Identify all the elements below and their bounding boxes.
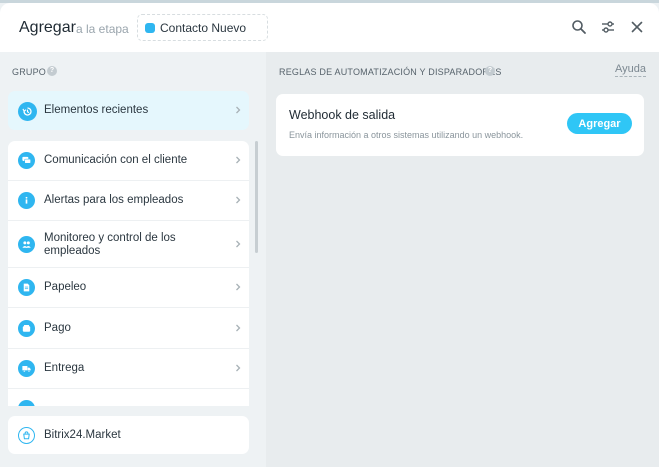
help-link[interactable]: Ayuda [615, 63, 646, 77]
group-item-label: Alertas para los empleados [44, 194, 184, 206]
chat-icon [18, 152, 35, 169]
group-item-partial[interactable] [8, 389, 249, 406]
chevron-right-icon [234, 283, 242, 291]
market-row[interactable]: Bitrix24.Market [8, 416, 249, 454]
users-icon [18, 236, 35, 253]
group-item-label: Entrega [44, 362, 85, 374]
chevron-right-icon [234, 156, 242, 164]
group-item-employee-alerts[interactable]: Alertas para los empleados [8, 181, 249, 221]
group-list-scrollbar[interactable] [255, 141, 258, 253]
close-icon[interactable] [629, 19, 645, 35]
market-label: Bitrix24.Market [44, 429, 121, 441]
add-webhook-button[interactable]: Agregar [567, 113, 632, 134]
webhook-card: Webhook de salida Envía información a ot… [276, 94, 644, 156]
group-item-label: Pago [44, 322, 71, 334]
settings-sliders-icon[interactable] [600, 19, 616, 35]
stage-color-dot [145, 22, 155, 33]
rules-section-title: REGLAS DE AUTOMATIZACIÓN Y DISPARADORES [279, 67, 502, 77]
stage-value: Contacto Nuevo [160, 20, 247, 35]
chevron-right-icon [234, 106, 242, 114]
help-icon[interactable]: ? [485, 66, 495, 76]
history-icon [18, 102, 37, 121]
group-item-label: Monitoreo y control de los empleados [44, 232, 176, 257]
truck-icon [18, 360, 35, 377]
help-icon[interactable]: ? [47, 66, 57, 76]
recent-items-row[interactable]: Elementos recientes [8, 91, 249, 130]
webhook-description: Envía información a otros sistemas utili… [289, 130, 524, 140]
chevron-right-icon [234, 240, 242, 248]
info-icon [18, 192, 35, 209]
chevron-right-icon [234, 196, 242, 204]
group-item-delivery[interactable]: Entrega [8, 349, 249, 389]
document-icon [18, 279, 35, 296]
chevron-right-icon [234, 324, 242, 332]
stage-selector[interactable]: Contacto Nuevo [137, 14, 268, 41]
webhook-title: Webhook de salida [289, 108, 396, 122]
group-list: Comunicación con el cliente Alertas para… [8, 141, 249, 406]
header-bar: Agregar a la etapa Contacto Nuevo [0, 3, 659, 52]
group-item-employee-monitoring[interactable]: Monitoreo y control de los empleados [8, 221, 249, 268]
wallet-icon [18, 320, 35, 337]
recent-items-label: Elementos recientes [44, 104, 149, 116]
group-section-title: GRUPO [12, 67, 47, 77]
chevron-right-icon [234, 364, 242, 372]
group-item-label: Papeleo [44, 281, 87, 293]
group-item-payment[interactable]: Pago [8, 308, 249, 349]
stage-prefix-label: a la etapa [76, 22, 129, 36]
page-title: Agregar [19, 19, 76, 36]
group-item-icon [18, 400, 35, 406]
group-item-communication[interactable]: Comunicación con el cliente [8, 141, 249, 181]
group-item-label: Comunicación con el cliente [44, 154, 188, 166]
market-icon [18, 427, 35, 444]
group-item-paperwork[interactable]: Papeleo [8, 268, 249, 308]
search-icon[interactable] [571, 19, 587, 35]
